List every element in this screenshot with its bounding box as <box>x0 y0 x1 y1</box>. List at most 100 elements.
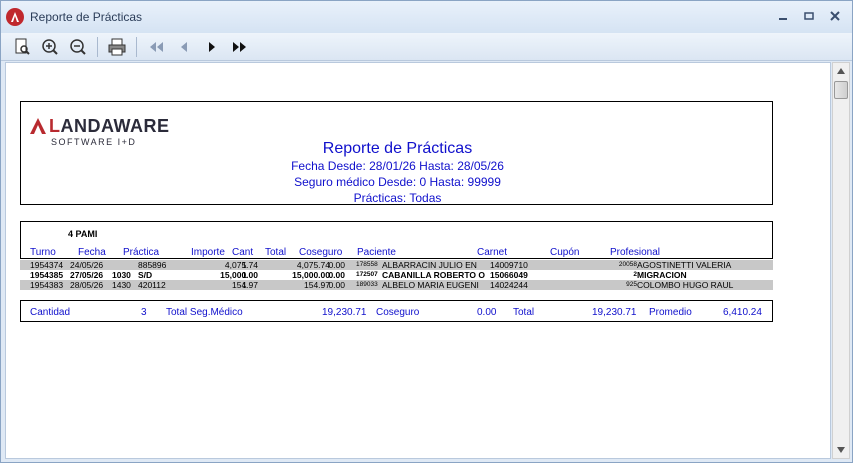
scroll-down-button[interactable] <box>833 442 849 458</box>
first-page-button[interactable] <box>143 36 169 58</box>
close-button[interactable] <box>824 7 846 25</box>
scrollbar-thumb[interactable] <box>834 81 848 99</box>
next-page-button[interactable] <box>199 36 225 58</box>
totals-total-value: 19,230.71 <box>592 307 637 318</box>
minimize-icon <box>779 18 787 20</box>
printer-icon <box>108 38 126 55</box>
date-range: Fecha Desde: 28/01/26 Hasta: 28/05/26 <box>291 159 504 173</box>
page-preview-button[interactable] <box>9 36 35 58</box>
cell-carnet: 15066049 <box>490 270 528 280</box>
print-button[interactable] <box>104 36 130 58</box>
last-page-icon <box>233 41 246 52</box>
cell-coseguro: 0.00 <box>328 270 345 280</box>
totals-coseguro-value: 0.00 <box>477 307 497 318</box>
cell-paciente: CABANILLA ROBERTO O <box>382 270 485 280</box>
cell-fecha: 28/05/26 <box>70 280 104 290</box>
table-row: 1954374 24/05/26 885896 4,075.74 1 4,075… <box>20 260 773 270</box>
cell-total: 15,000.00 <box>292 270 330 280</box>
first-page-icon <box>150 41 163 52</box>
logo-brand: LANDAWARE <box>49 116 170 136</box>
title-bar[interactable]: Reporte de Prácticas <box>1 1 852 33</box>
cell-total: 154.97 <box>304 280 330 290</box>
report-preview[interactable]: LANDAWARE SOFTWARE I+D Reporte de Prácti… <box>5 62 831 459</box>
cell-practica: S/D <box>138 270 153 280</box>
app-icon <box>6 8 24 26</box>
totals-coseguro-label: Coseguro <box>376 307 420 318</box>
cell-importe: 15,000.00 <box>220 270 258 280</box>
cell-coseguro: 0.00 <box>328 280 345 290</box>
toolbar-separator <box>97 36 98 57</box>
scroll-up-icon <box>837 68 845 74</box>
cell-carnet: 14024244 <box>490 280 528 290</box>
cell-cant: 1 <box>242 270 247 280</box>
group-header: 4 PAMI Turno Fecha Práctica Importe Cant… <box>20 221 773 259</box>
table-row: 1954383 28/05/26 1430 420112 154.97 1 15… <box>20 280 773 290</box>
practices-filter: Prácticas: Todas <box>353 191 442 205</box>
zoom-in-icon <box>42 38 58 55</box>
cell-turno: 1954374 <box>30 260 64 270</box>
cell-coseguro: 0.00 <box>328 260 345 270</box>
report-header: LANDAWARE SOFTWARE I+D Reporte de Prácti… <box>20 101 773 205</box>
totals-seg-label: Total Seg.Médico <box>166 307 243 318</box>
minimize-button[interactable] <box>772 7 794 25</box>
column-header-cupon: Cupón <box>550 247 580 258</box>
cell-turno: 1954383 <box>30 280 64 290</box>
zoom-out-icon <box>70 38 86 55</box>
data-rows: 1954374 24/05/26 885896 4,075.74 1 4,075… <box>20 260 773 290</box>
cell-total: 4,075.74 <box>296 260 330 270</box>
cell-professional-id: 20058 <box>618 261 637 268</box>
page-preview-icon <box>15 38 30 55</box>
cell-carnet: 14009710 <box>490 260 528 270</box>
maximize-icon <box>804 12 814 20</box>
column-header-coseguro: Coseguro <box>299 247 343 258</box>
group-label: 4 PAMI <box>68 229 98 239</box>
table-row: 1954385 27/05/26 1030 S/D 15,000.00 1 15… <box>20 270 773 280</box>
cell-fecha: 27/05/26 <box>70 270 104 280</box>
column-header-paciente: Paciente <box>357 247 396 258</box>
totals-cantidad-label: Cantidad <box>30 307 71 318</box>
totals-footer: Cantidad 3 Total Seg.Médico 19,230.71 Co… <box>20 300 773 322</box>
cell-paciente: ALBELO MARIA EUGENI <box>382 280 479 290</box>
cell-codigo: 1430 <box>112 280 131 290</box>
column-header-turno: Turno <box>30 247 56 258</box>
totals-seg-value: 19,230.71 <box>322 307 367 318</box>
cell-patient-id: 178558 <box>356 261 378 268</box>
vertical-scrollbar[interactable] <box>832 62 850 459</box>
cell-cant: 1 <box>242 260 247 270</box>
cell-fecha: 24/05/26 <box>70 260 104 270</box>
column-header-practica: Práctica <box>123 247 160 258</box>
logo-mark-icon <box>30 118 46 134</box>
totals-cantidad-value: 3 <box>141 307 147 318</box>
close-icon <box>830 11 840 21</box>
column-header-fecha: Fecha <box>78 247 106 258</box>
column-header-importe: Importe <box>191 247 225 258</box>
report-window: Reporte de Prácticas LANDAWARE SOFTWARE … <box>0 0 853 463</box>
cell-professional-id: 925 <box>626 281 637 288</box>
toolbar <box>1 33 852 61</box>
cell-profesional: AGOSTINETTI VALERIA <box>637 260 732 270</box>
totals-promedio-label: Promedio <box>649 307 692 318</box>
previous-page-button[interactable] <box>171 36 197 58</box>
scroll-up-button[interactable] <box>833 63 849 79</box>
last-page-button[interactable] <box>227 36 253 58</box>
scroll-down-icon <box>837 447 845 453</box>
cell-practica: 420112 <box>138 280 166 290</box>
cell-turno: 1954385 <box>30 270 64 280</box>
cell-patient-id: 172507 <box>356 271 378 278</box>
column-header-cant: Cant <box>232 247 254 258</box>
report-title: Reporte de Prácticas <box>322 140 473 157</box>
previous-page-icon <box>181 41 187 52</box>
totals-promedio-value: 6,410.24 <box>723 307 762 318</box>
maximize-button[interactable] <box>798 7 820 25</box>
zoom-in-button[interactable] <box>37 36 63 58</box>
toolbar-separator <box>136 36 137 57</box>
cell-paciente: ALBARRACIN JULIO EN <box>382 260 477 270</box>
column-header-profesional: Profesional <box>610 247 661 258</box>
next-page-icon <box>209 41 215 52</box>
totals-total-label: Total <box>513 307 535 318</box>
window-title: Reporte de Prácticas <box>30 10 143 24</box>
column-header-total: Total <box>265 247 287 258</box>
cell-codigo: 1030 <box>112 270 131 280</box>
zoom-out-button[interactable] <box>65 36 91 58</box>
cell-patient-id: 189033 <box>356 281 378 288</box>
